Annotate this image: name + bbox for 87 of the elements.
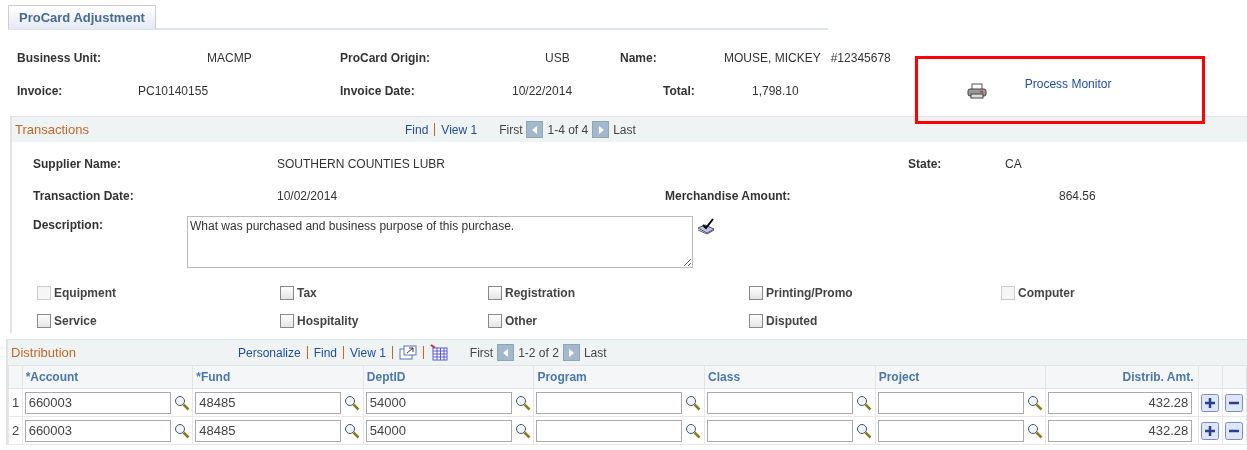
description-field[interactable]: What was purchased and business purpose of this purchase.: [187, 216, 693, 268]
field-value: 10/22/2014: [512, 83, 574, 98]
field-label: Transaction Date:: [33, 189, 135, 203]
search-icon[interactable]: [685, 422, 702, 439]
field-label: Invoice Date:: [340, 83, 416, 98]
add-row-icon[interactable]: [1201, 421, 1220, 440]
section-title: Transactions: [14, 122, 90, 137]
column-header[interactable]: *Account: [25, 370, 79, 384]
field-label: Description:: [33, 218, 104, 232]
field-label: Total:: [663, 83, 696, 98]
field-label: Name:: [620, 50, 658, 65]
last-label: Last: [613, 122, 636, 137]
search-icon[interactable]: [1026, 394, 1043, 411]
lookup-field[interactable]: 660003: [24, 419, 171, 442]
add-row-icon[interactable]: [1201, 393, 1220, 412]
lookup-field[interactable]: 48485: [195, 391, 342, 414]
search-icon[interactable]: [344, 422, 361, 439]
category-checkbox[interactable]: Hospitality: [280, 312, 488, 329]
personalize-link[interactable]: Personalize: [238, 345, 301, 360]
category-checkbox[interactable]: Registration: [488, 284, 749, 301]
lookup-field[interactable]: [536, 419, 683, 442]
field-value: 10/02/2014: [277, 189, 339, 203]
row-number: 1: [12, 395, 20, 410]
lookup-field[interactable]: 660003: [24, 391, 171, 414]
field-label: Invoice:: [17, 83, 64, 98]
field-label: Merchandise Amount:: [665, 189, 792, 203]
row-range: 1-2 of 2: [518, 345, 559, 360]
lookup-field[interactable]: [536, 391, 683, 414]
find-link[interactable]: Find: [405, 122, 429, 137]
spell-check-icon[interactable]: [697, 218, 715, 236]
last-label: Last: [583, 345, 607, 360]
field-value: 864.56: [1059, 189, 1096, 203]
search-icon[interactable]: [344, 394, 361, 411]
field-value: #12345678: [830, 50, 891, 65]
row-range: 1-4 of 4: [547, 122, 589, 137]
lookup-field[interactable]: [877, 419, 1024, 442]
category-checkbox[interactable]: Service: [37, 312, 280, 329]
field-label: Business Unit:: [17, 50, 102, 65]
amount-field[interactable]: 432.28: [1048, 419, 1193, 442]
column-header[interactable]: Project: [878, 370, 920, 384]
view-all-link[interactable]: View 1: [441, 122, 478, 137]
spreadsheet-icon[interactable]: [429, 344, 448, 361]
lookup-field[interactable]: [707, 419, 854, 442]
field-label: State:: [908, 157, 943, 171]
section-title: Distribution: [10, 345, 78, 360]
find-link[interactable]: Find: [313, 345, 338, 360]
first-label: First: [469, 345, 494, 360]
lookup-field[interactable]: 54000: [365, 419, 512, 442]
search-icon[interactable]: [173, 394, 190, 411]
delete-row-icon[interactable]: [1225, 393, 1244, 412]
delete-row-icon[interactable]: [1225, 421, 1244, 440]
new-window-icon[interactable]: [398, 345, 417, 360]
page-tab[interactable]: ProCard Adjustment: [8, 5, 156, 29]
amount-field[interactable]: 432.28: [1048, 391, 1193, 414]
field-value: PC10140155: [138, 83, 210, 98]
category-checkbox[interactable]: Other: [488, 312, 749, 329]
first-label: First: [499, 122, 523, 137]
lookup-field[interactable]: 48485: [195, 419, 342, 442]
search-icon[interactable]: [856, 394, 873, 411]
lookup-field[interactable]: [877, 391, 1024, 414]
field-label: Supplier Name:: [33, 157, 123, 171]
category-checkbox[interactable]: Printing/Promo: [749, 284, 1001, 301]
field-value: SOUTHERN COUNTIES LUBR: [277, 157, 447, 171]
lookup-field[interactable]: 54000: [365, 391, 512, 414]
column-header[interactable]: DeptID: [366, 370, 406, 384]
view-all-link[interactable]: View 1: [350, 345, 386, 360]
field-value: MACMP: [207, 50, 253, 65]
row-number: 2: [12, 423, 20, 438]
search-icon[interactable]: [514, 394, 531, 411]
column-header[interactable]: Class: [708, 370, 741, 384]
search-icon[interactable]: [1026, 422, 1043, 439]
column-header[interactable]: Program: [537, 370, 587, 384]
printer-icon[interactable]: [966, 82, 987, 99]
field-value: 1,798.10: [752, 83, 799, 98]
search-icon[interactable]: [514, 422, 531, 439]
field-value: USB: [545, 50, 571, 65]
lookup-field[interactable]: [707, 391, 854, 414]
category-checkbox[interactable]: Tax: [280, 284, 488, 301]
field-label: ProCard Origin:: [340, 50, 431, 65]
field-value: CA: [1005, 157, 1022, 171]
search-icon[interactable]: [856, 422, 873, 439]
column-header[interactable]: *Fund: [196, 370, 231, 384]
search-icon[interactable]: [173, 422, 190, 439]
search-icon[interactable]: [685, 394, 702, 411]
field-value: MOUSE, MICKEY: [724, 50, 821, 65]
process-monitor-link[interactable]: Process Monitor: [1024, 76, 1112, 91]
category-checkbox[interactable]: Disputed: [749, 312, 1001, 329]
